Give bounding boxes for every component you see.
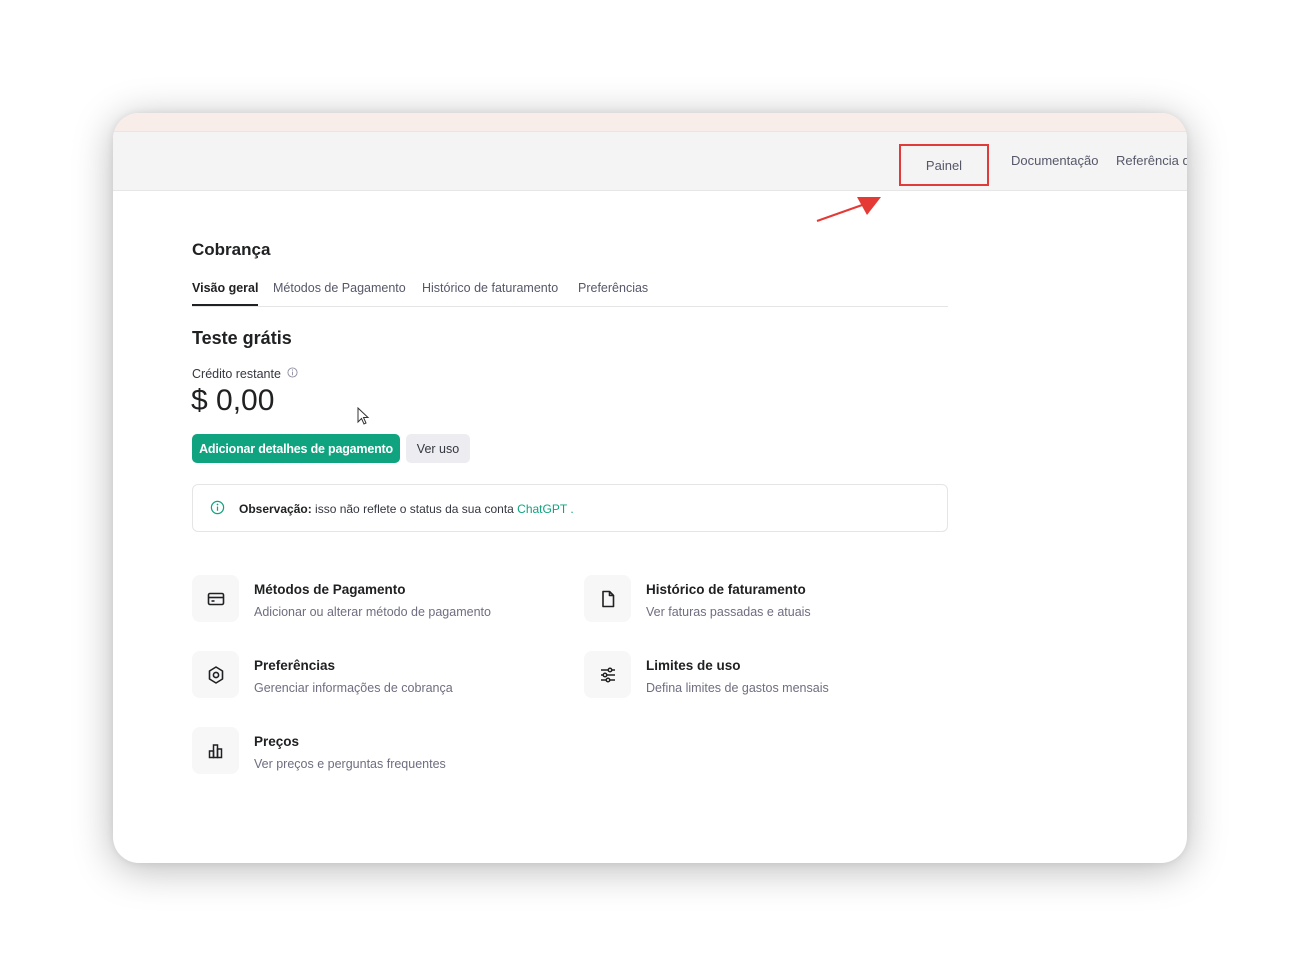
card-title: Histórico de faturamento — [646, 582, 806, 597]
trial-title: Teste grátis — [192, 328, 292, 348]
mouse-cursor-icon — [357, 407, 370, 425]
gear-icon — [192, 651, 239, 698]
card-payment-methods[interactable]: Métodos de Pagamento Adicionar ou altera… — [192, 575, 552, 625]
card-description: Ver faturas passadas e atuais — [646, 605, 811, 619]
view-usage-button[interactable]: Ver uso — [406, 434, 470, 463]
card-title: Métodos de Pagamento — [254, 582, 406, 597]
top-navbar: Painel Documentação Referência d — [113, 132, 1187, 191]
card-preferences[interactable]: Preferências Gerenciar informações de co… — [192, 651, 552, 701]
browser-window: Painel Documentação Referência d Cobranç… — [113, 113, 1187, 863]
billing-tabs: Visão geral Métodos de Pagamento Históri… — [192, 278, 948, 307]
card-description: Adicionar ou alterar método de pagamento — [254, 605, 491, 619]
card-description: Gerenciar informações de cobrança — [254, 681, 453, 695]
credit-card-icon — [192, 575, 239, 622]
info-circle-icon — [210, 500, 225, 515]
browser-top-strip — [113, 113, 1187, 132]
bar-chart-icon — [192, 727, 239, 774]
credit-label: Crédito restante — [192, 367, 281, 381]
observation-note: Observação: isso não reflete o status da… — [192, 484, 948, 532]
tab-billing-history[interactable]: Histórico de faturamento — [422, 278, 558, 298]
tab-overview[interactable]: Visão geral — [192, 278, 259, 306]
note-label: Observação: — [239, 502, 312, 516]
note-text: Observação: isso não reflete o status da… — [239, 502, 574, 516]
document-icon — [584, 575, 631, 622]
card-title: Limites de uso — [646, 658, 741, 673]
nav-painel-link[interactable]: Painel — [899, 144, 989, 186]
chatgpt-link[interactable]: ChatGPT — [517, 502, 567, 516]
card-description: Ver preços e perguntas frequentes — [254, 757, 446, 771]
tab-payment-methods[interactable]: Métodos de Pagamento — [273, 278, 406, 298]
info-icon[interactable] — [287, 367, 298, 378]
card-billing-history[interactable]: Histórico de faturamento Ver faturas pas… — [584, 575, 944, 625]
annotation-arrow-icon — [816, 197, 881, 222]
sliders-icon — [584, 651, 631, 698]
add-payment-details-button[interactable]: Adicionar detalhes de pagamento — [192, 434, 400, 463]
tab-preferences[interactable]: Preferências — [578, 278, 648, 298]
note-body: isso não reflete o status da sua conta — [311, 502, 518, 516]
note-suffix: . — [566, 502, 574, 516]
card-pricing[interactable]: Preços Ver preços e perguntas frequentes — [192, 727, 552, 777]
card-title: Preferências — [254, 658, 336, 673]
page-title: Cobrança — [192, 240, 271, 259]
card-usage-limits[interactable]: Limites de uso Defina limites de gastos … — [584, 651, 944, 701]
nav-reference-link[interactable]: Referência d — [1116, 132, 1187, 190]
card-description: Defina limites de gastos mensais — [646, 681, 829, 695]
nav-documentation-link[interactable]: Documentação — [1011, 132, 1098, 190]
credit-value: $ 0,00 — [191, 384, 275, 417]
card-title: Preços — [254, 734, 300, 749]
